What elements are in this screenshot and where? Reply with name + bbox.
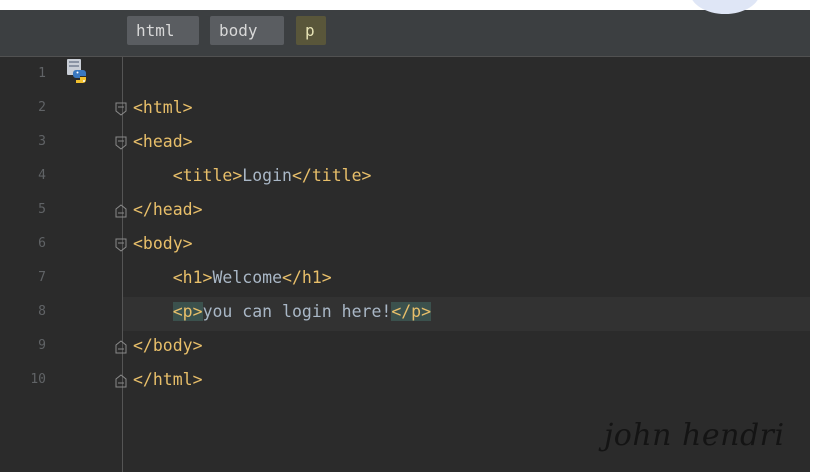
code-tag: </html> — [133, 370, 203, 389]
code-line[interactable]: <html> — [133, 91, 193, 125]
gutter-divider — [122, 57, 123, 472]
line-number: 1 — [38, 66, 46, 81]
code-tag: </head> — [133, 200, 203, 219]
title-edge — [0, 0, 813, 10]
code-text: Welcome — [212, 268, 283, 287]
line-number: 8 — [38, 304, 46, 319]
code-line[interactable]: <head> — [133, 125, 193, 159]
code-text: you can login here! — [202, 302, 392, 321]
code-line[interactable]: <body> — [133, 227, 193, 261]
line-number: 7 — [38, 270, 46, 285]
code-editor[interactable]: html body p 1 2 3 4 5 6 7 8 9 10 <html> <head> <ti… — [0, 0, 810, 472]
code-line[interactable]: <p>you can login here!</p> — [133, 295, 432, 329]
line-number: 4 — [38, 168, 46, 183]
code-tag: <html> — [133, 98, 193, 117]
breadcrumb: html body p — [0, 10, 810, 57]
fold-open-icon[interactable] — [115, 237, 127, 252]
code-line[interactable]: </html> — [133, 363, 203, 397]
line-number: 6 — [38, 236, 46, 251]
code-tag: <head> — [133, 132, 193, 151]
python-file-icon — [66, 57, 90, 87]
line-number: 2 — [38, 100, 46, 115]
fold-close-icon[interactable] — [115, 339, 127, 354]
line-number: 10 — [30, 372, 46, 387]
code-tag: </title> — [291, 166, 372, 185]
code-tag: <h1> — [172, 268, 213, 287]
code-tag: <body> — [133, 234, 193, 253]
fold-open-icon[interactable] — [115, 135, 127, 150]
code-line[interactable]: </body> — [133, 329, 203, 363]
breadcrumb-item-p[interactable]: p — [296, 16, 326, 45]
code-tag: </body> — [133, 336, 203, 355]
code-tag: </h1> — [282, 268, 332, 287]
line-number: 5 — [38, 202, 46, 217]
code-tag: </p> — [391, 302, 432, 321]
line-number: 9 — [38, 338, 46, 353]
code-tag: <p> — [172, 302, 203, 321]
fold-close-icon[interactable] — [115, 203, 127, 218]
code-tag: <title> — [172, 166, 243, 185]
breadcrumb-item-html[interactable]: html — [127, 16, 199, 45]
code-line[interactable]: <h1>Welcome</h1> — [133, 261, 332, 295]
watermark-signature: john hendri — [604, 418, 785, 453]
code-text: Login — [242, 166, 292, 185]
breadcrumb-item-body[interactable]: body — [210, 16, 284, 45]
line-number: 3 — [38, 134, 46, 149]
fold-open-icon[interactable] — [115, 101, 127, 116]
code-line[interactable]: <title>Login</title> — [133, 159, 372, 193]
fold-close-icon[interactable] — [115, 373, 127, 388]
code-line[interactable]: </head> — [133, 193, 203, 227]
